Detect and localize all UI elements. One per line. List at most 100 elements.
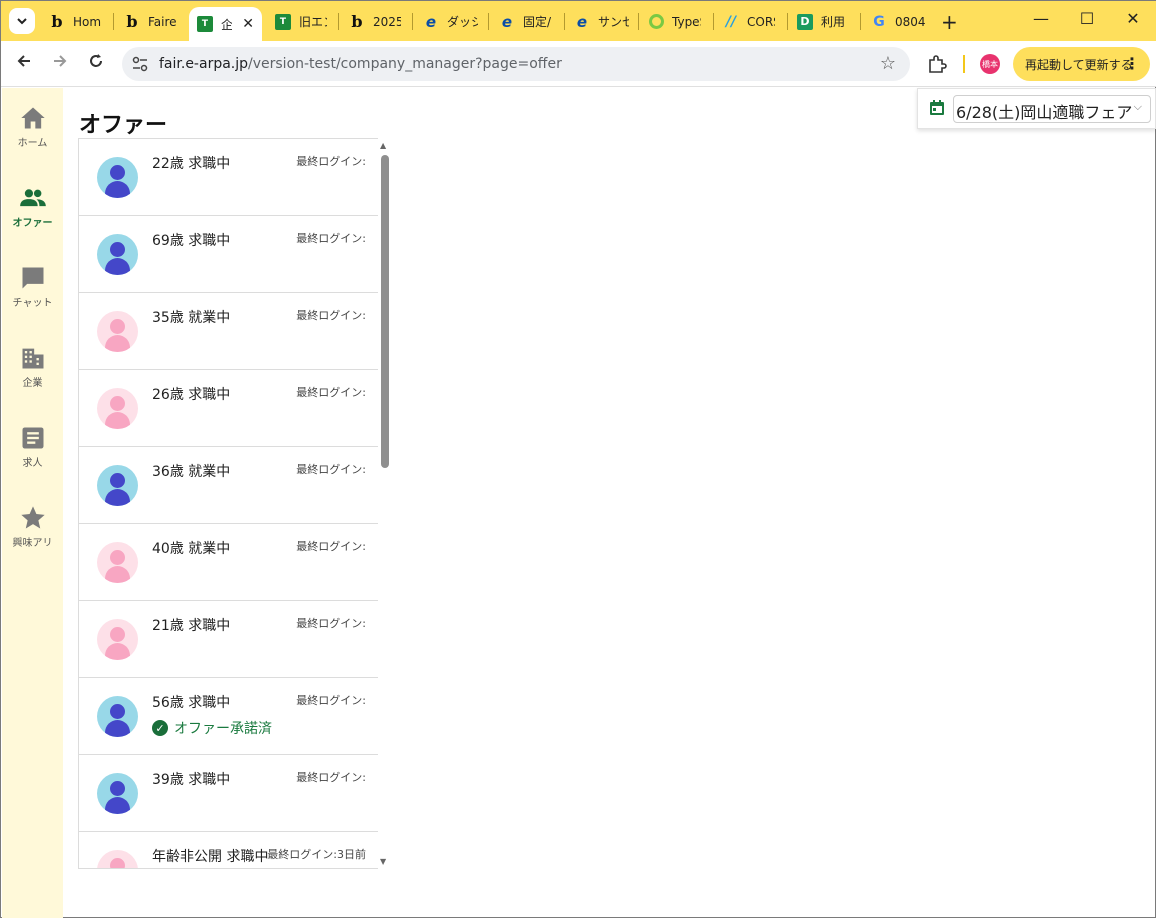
close-window-button[interactable]: ✕ — [1110, 9, 1156, 28]
candidate-info: 40歳 就業中 — [152, 541, 231, 557]
reload-button[interactable] — [84, 52, 108, 76]
chevron-down-icon — [17, 18, 27, 25]
profile-avatar[interactable]: 橋本 — [980, 54, 1000, 74]
arrow-right-icon — [54, 55, 67, 67]
avatar — [97, 773, 138, 814]
sidenav-item-home[interactable]: ホーム — [2, 104, 63, 164]
address-bar[interactable]: fair.e-arpa.jp/version-test/company_mana… — [122, 47, 910, 81]
sidenav-item-offer[interactable]: オファー — [2, 184, 63, 244]
avatar — [97, 542, 138, 583]
document-icon — [22, 427, 43, 449]
reload-icon — [90, 54, 102, 67]
e-icon: e — [576, 12, 588, 31]
last-login: 最終ログイン: — [296, 309, 366, 322]
last-login: 最終ログイン: — [296, 463, 366, 476]
scrollbar-thumb[interactable] — [381, 155, 389, 468]
tab-12[interactable]: G 0804 — [871, 8, 929, 35]
offer-list-scrollbar[interactable]: ▲ ▼ — [378, 138, 392, 869]
bookmark-star-icon[interactable]: ☆ — [880, 53, 896, 74]
calendar-icon — [930, 100, 944, 115]
url-text: fair.e-arpa.jp/version-test/company_mana… — [159, 56, 562, 72]
scroll-down-arrow-icon[interactable]: ▼ — [380, 857, 386, 866]
offer-list: 22歳 求職中 最終ログイン: 69歳 求職中 最終ログイン: 35歳 就業中 … — [78, 138, 378, 869]
event-select-value[interactable]: 6/28(土)岡山適職フェア ⌵ — [953, 95, 1151, 123]
last-login: 最終ログイン:3日前 — [267, 848, 366, 861]
tab-11[interactable]: D 利用 — [797, 8, 849, 35]
sidenav-item-chat[interactable]: チャット — [2, 264, 63, 324]
home-icon — [20, 107, 45, 129]
tab-3-active[interactable]: T 企 ✕ — [189, 7, 262, 41]
tab-6[interactable]: e ダッシ — [423, 8, 478, 35]
candidate-info: 年齢非公開 求職中 — [152, 849, 269, 865]
minimize-button[interactable]: — — [1018, 9, 1064, 28]
offer-accepted-badge: ✓ オファー承諾済 — [152, 718, 272, 738]
last-login: 最終ログイン: — [296, 155, 366, 168]
bubble-b-icon: b — [51, 12, 63, 31]
new-tab-button[interactable]: + — [941, 10, 958, 34]
site-settings-icon[interactable] — [131, 55, 149, 73]
event-selector[interactable]: 6/28(土)岡山適職フェア ⌵ — [917, 88, 1156, 129]
close-icon[interactable]: ✕ — [242, 16, 254, 32]
sidenav-item-company[interactable]: 企業 — [2, 344, 63, 404]
offer-row[interactable]: 26歳 求職中 最終ログイン: — [79, 370, 378, 447]
tab-search-button[interactable] — [9, 8, 35, 34]
last-login: 最終ログイン: — [296, 771, 366, 784]
avatar — [97, 157, 138, 198]
maximize-button[interactable]: ☐ — [1064, 9, 1110, 28]
browser-toolbar: fair.e-arpa.jp/version-test/company_mana… — [1, 41, 1156, 87]
avatar — [97, 388, 138, 429]
offer-row[interactable]: 56歳 求職中 最終ログイン: ✓ オファー承諾済 — [79, 678, 378, 755]
scroll-up-arrow-icon[interactable]: ▲ — [380, 141, 386, 150]
candidate-info: 21歳 求職中 — [152, 618, 231, 634]
typesquare-icon — [649, 14, 664, 29]
forward-button[interactable] — [48, 52, 72, 76]
offer-row[interactable]: 69歳 求職中 最終ログイン: — [79, 216, 378, 293]
tab-4[interactable]: T旧エン — [275, 8, 327, 35]
more-vert-icon[interactable]: ⋮ — [1124, 54, 1140, 73]
avatar — [97, 311, 138, 352]
tab-9[interactable]: TypeS — [649, 8, 701, 35]
arrow-left-icon — [17, 55, 30, 67]
back-button[interactable] — [12, 52, 36, 76]
avatar — [97, 619, 138, 660]
offer-row[interactable]: 22歳 求職中 最終ログイン: — [79, 139, 378, 216]
offer-row[interactable]: 40歳 就業中 最終ログイン: — [79, 524, 378, 601]
people-icon — [19, 189, 46, 207]
tab-2[interactable]: bFairer — [124, 8, 176, 35]
candidate-info: 69歳 求職中 — [152, 233, 231, 249]
offer-row[interactable]: 36歳 就業中 最終ログイン: — [79, 447, 378, 524]
tab-5[interactable]: b 2025 — [349, 8, 401, 35]
candidate-info: 35歳 就業中 — [152, 310, 231, 326]
check-circle-icon: ✓ — [152, 720, 168, 736]
offer-row[interactable]: 39歳 求職中 最終ログイン: — [79, 755, 378, 832]
avatar — [97, 465, 138, 506]
tab-7[interactable]: e 固定/ — [499, 8, 554, 35]
green-t-icon: T — [197, 16, 213, 32]
offer-row[interactable]: 21歳 求職中 最終ログイン: — [79, 601, 378, 678]
offer-row[interactable]: 35歳 就業中 最終ログイン: — [79, 293, 378, 370]
offer-row[interactable]: 年齢非公開 求職中 最終ログイン:3日前 — [79, 832, 378, 868]
sidenav-item-jobs[interactable]: 求人 — [2, 424, 63, 484]
update-restart-button[interactable]: 再起動して更新する ⋮ — [1013, 47, 1150, 81]
e-icon: e — [501, 12, 513, 31]
candidate-info: 39歳 求職中 — [152, 772, 231, 788]
google-icon: G — [873, 13, 885, 30]
avatar — [97, 234, 138, 275]
bubble-b-icon: b — [126, 12, 138, 31]
side-navigation: ホーム オファー チャット 企業 求人 興味アリ — [2, 88, 63, 918]
last-login: 最終ログイン: — [296, 540, 366, 553]
cors-icon: // — [725, 13, 737, 30]
tab-10[interactable]: //CORS — [723, 8, 775, 35]
last-login: 最終ログイン: — [296, 694, 366, 707]
last-login: 最終ログイン: — [296, 617, 366, 630]
extensions-puzzle-icon[interactable] — [925, 52, 949, 76]
chat-icon — [22, 267, 43, 289]
building-icon — [22, 348, 43, 369]
tab-1[interactable]: bHome — [49, 8, 101, 35]
sidenav-item-interested[interactable]: 興味アリ — [2, 504, 63, 564]
d-icon: D — [797, 13, 813, 30]
e-icon: e — [425, 12, 437, 31]
avatar — [97, 850, 138, 868]
tab-8[interactable]: e サンセ — [574, 8, 629, 35]
bubble-b-icon: b — [351, 12, 363, 31]
